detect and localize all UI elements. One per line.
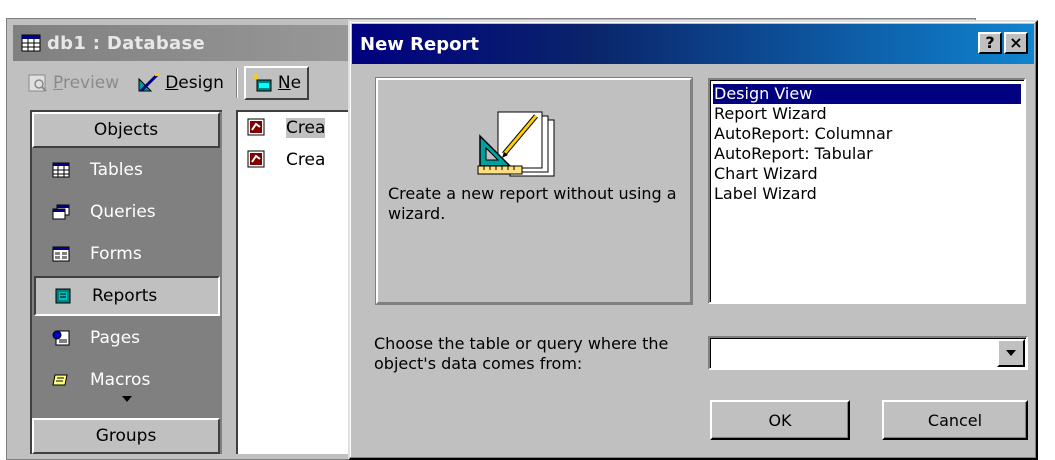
object-label: Tables	[90, 160, 143, 180]
dialog-titlebar[interactable]: New Report ? ×	[352, 24, 1034, 64]
preview-icon	[28, 74, 47, 92]
title-buttons: ? ×	[978, 32, 1028, 54]
objects-scroll-down-icon[interactable]	[122, 396, 132, 402]
list-item[interactable]: Crea	[246, 118, 326, 138]
objects-header-label: Objects	[93, 120, 159, 140]
wizard-option-design-view[interactable]: Design View	[713, 84, 1021, 104]
object-label: Forms	[90, 244, 142, 264]
new-button[interactable]: Ne	[243, 66, 310, 100]
form-icon	[52, 246, 70, 262]
dropdown-button[interactable]	[997, 339, 1025, 367]
object-queries[interactable]: Queries	[34, 192, 220, 232]
page-icon	[52, 330, 70, 346]
help-button[interactable]: ?	[978, 32, 1002, 54]
design-label: Design	[165, 73, 224, 93]
preview-label: Preview	[53, 73, 120, 93]
list-item-label: Crea	[286, 150, 326, 170]
new-label: Ne	[277, 73, 302, 93]
wizard-option-autoreport-tabular[interactable]: AutoReport: Tabular	[713, 144, 1021, 164]
preview-button[interactable]: Preview	[21, 66, 125, 100]
cancel-button[interactable]: Cancel	[882, 400, 1028, 440]
dialog-title: New Report	[360, 33, 479, 55]
object-label: Pages	[90, 328, 141, 348]
object-forms[interactable]: Forms	[34, 234, 220, 274]
ok-button[interactable]: OK	[710, 400, 850, 440]
table-icon	[52, 162, 70, 178]
groups-header[interactable]: Groups	[32, 418, 220, 454]
list-item-label: Crea	[286, 118, 326, 138]
wizard-option-report-wizard[interactable]: Report Wizard	[713, 104, 1021, 124]
new-report-dialog: New Report ? × Create a new report witho…	[348, 20, 1038, 460]
object-reports[interactable]: Reports	[34, 276, 220, 316]
design-icon	[138, 73, 160, 93]
object-tables[interactable]: Tables	[34, 150, 220, 190]
object-label: Reports	[92, 286, 158, 306]
wizard-option-chart-wizard[interactable]: Chart Wizard	[713, 164, 1021, 184]
groups-header-label: Groups	[95, 426, 157, 446]
new-object-icon	[252, 73, 272, 92]
objects-header[interactable]: Objects	[32, 112, 220, 148]
database-icon	[21, 34, 41, 52]
database-object-list: Crea Crea	[236, 110, 366, 454]
object-label: Macros	[90, 370, 151, 390]
report-type-list[interactable]: Design View Report Wizard AutoReport: Co…	[708, 78, 1026, 304]
data-source-combo[interactable]	[708, 336, 1028, 370]
report-icon	[55, 288, 71, 304]
chevron-down-icon	[1006, 350, 1016, 356]
preview-description: Create a new report without using a wiza…	[388, 184, 677, 223]
object-pages[interactable]: Pages	[34, 318, 220, 358]
query-icon	[52, 204, 70, 220]
database-title: db1 : Database	[47, 32, 206, 54]
report-shortcut-icon	[247, 118, 265, 136]
toolbar-separator	[235, 68, 238, 98]
objects-bar: Objects Tables Queries Forms Reports Pag…	[30, 110, 222, 454]
object-macros[interactable]: Macros	[34, 360, 220, 400]
data-source-label: Choose the table or query where the obje…	[374, 334, 669, 373]
object-label: Queries	[90, 202, 156, 222]
list-item[interactable]: Crea	[246, 150, 325, 170]
report-shortcut-icon	[247, 150, 265, 168]
close-button[interactable]: ×	[1004, 32, 1028, 54]
design-button[interactable]: Design	[131, 66, 230, 100]
new-report-design-icon	[477, 111, 555, 177]
preview-panel: Create a new report without using a wiza…	[375, 77, 693, 305]
wizard-option-autoreport-columnar[interactable]: AutoReport: Columnar	[713, 124, 1021, 144]
wizard-option-label-wizard[interactable]: Label Wizard	[713, 184, 1021, 204]
macro-icon	[52, 374, 68, 386]
